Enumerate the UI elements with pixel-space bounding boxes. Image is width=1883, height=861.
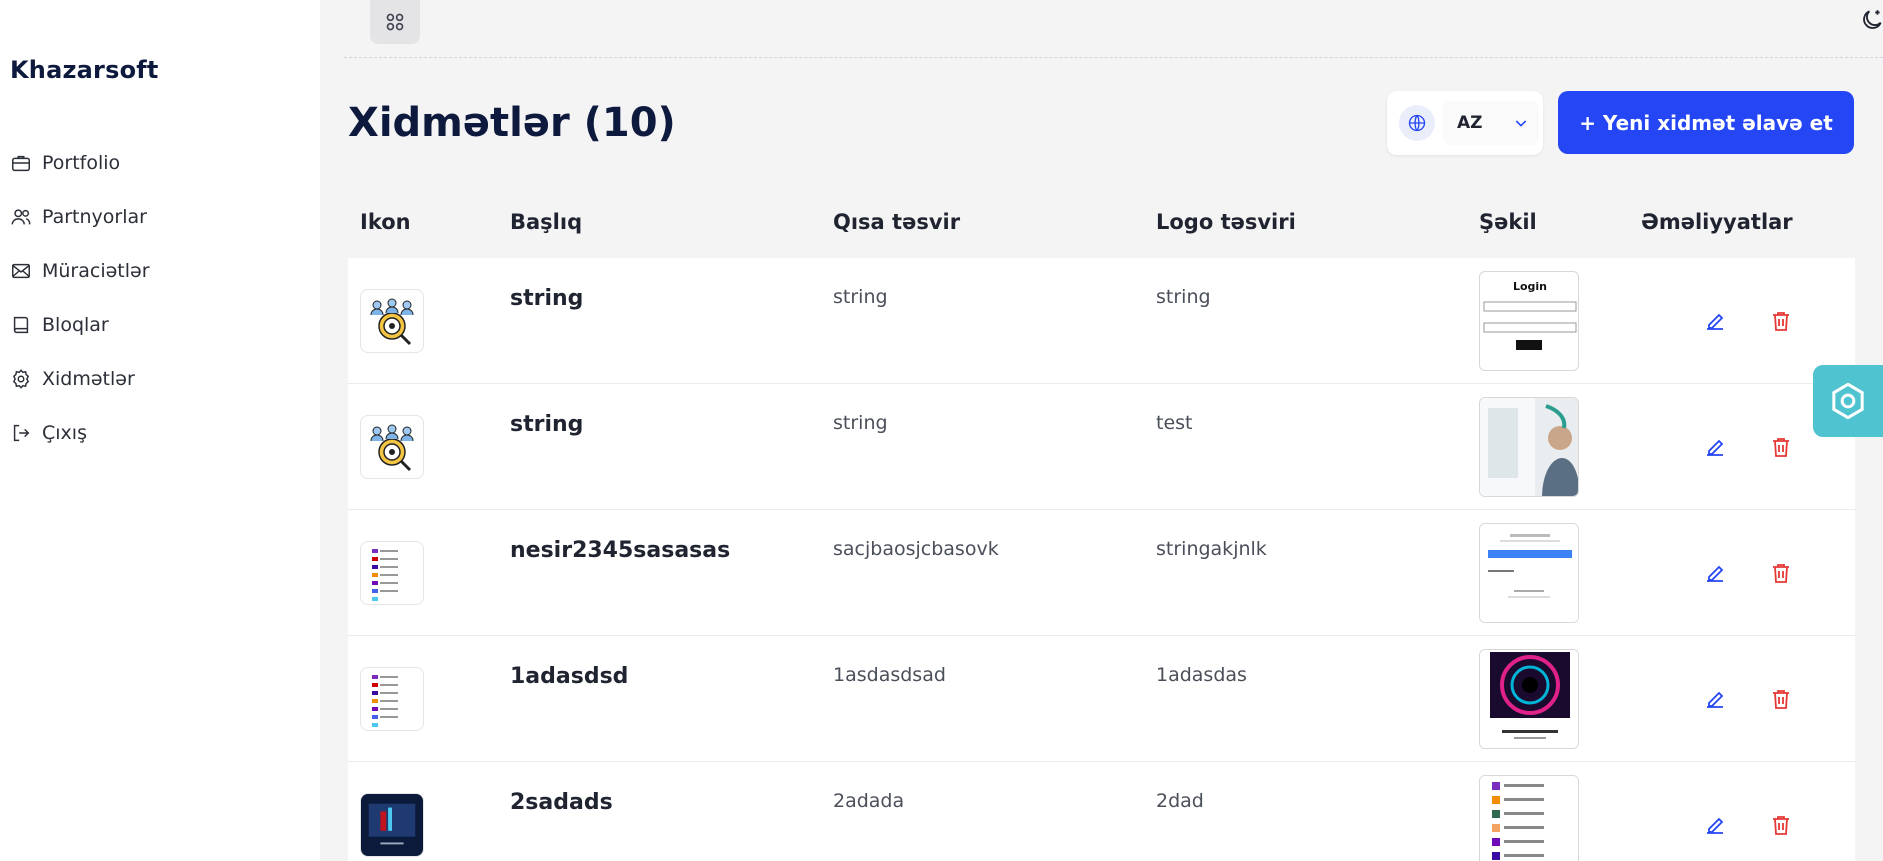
- delete-button[interactable]: [1766, 306, 1796, 336]
- pencil-icon: [1707, 439, 1724, 456]
- row-image: [1479, 648, 1579, 749]
- pencil-icon: [1707, 691, 1724, 708]
- main-content: Xidmətlər (10) AZ + Yeni xidmət əlavə et…: [320, 0, 1883, 861]
- row-image: [1479, 774, 1579, 861]
- sidebar-item-portfolio[interactable]: Portfolio: [10, 136, 150, 190]
- add-service-button[interactable]: + Yeni xidmət əlavə et: [1558, 91, 1854, 154]
- trash-icon: [1773, 689, 1789, 709]
- sidebar-item-label: Portfolio: [42, 152, 121, 174]
- row-logo-desc: 1adasdas: [1156, 664, 1247, 686]
- header-actions: Əməliyyatlar: [1641, 210, 1793, 234]
- edit-button[interactable]: [1700, 684, 1730, 714]
- delete-button[interactable]: [1766, 432, 1796, 462]
- row-title: 1adasdsd: [510, 664, 629, 689]
- header-logo-desc: Logo təsviri: [1156, 210, 1296, 234]
- brand-logo[interactable]: Khazarsoft: [10, 56, 159, 84]
- edit-button[interactable]: [1700, 810, 1730, 840]
- trash-icon: [1773, 311, 1789, 331]
- row-title: nesir2345sasasas: [510, 538, 731, 563]
- apps-grid-button[interactable]: [370, 0, 420, 44]
- header-short-desc: Qısa təsvir: [833, 210, 961, 234]
- sidebar-item-label: Çıxış: [42, 422, 87, 444]
- people-gear-icon: [360, 288, 424, 353]
- row-title: string: [510, 286, 584, 311]
- header-title: Başlıq: [510, 210, 583, 234]
- mail-icon: [12, 263, 30, 279]
- table-row: 2sadads 2adada 2dad: [348, 762, 1855, 861]
- page-title: Xidmətlər (10): [348, 100, 676, 146]
- sidebar-item-services[interactable]: Xidmətlər: [10, 352, 150, 406]
- briefcase-icon: [12, 155, 30, 172]
- header-icon: Ikon: [360, 210, 411, 234]
- row-logo-desc: stringakjnlk: [1156, 538, 1267, 560]
- language-value: AZ: [1457, 113, 1483, 133]
- sidebar-item-blogs[interactable]: Bloqlar: [10, 298, 150, 352]
- sidebar-item-label: Xidmətlər: [42, 368, 135, 390]
- row-title: string: [510, 412, 584, 437]
- list-screenshot-thumb: [360, 540, 424, 605]
- pencil-icon: [1707, 565, 1724, 582]
- edit-button[interactable]: [1700, 306, 1730, 336]
- trash-icon: [1773, 815, 1789, 835]
- book-icon: [13, 316, 29, 334]
- moon-icon: [1863, 10, 1882, 29]
- grid-icon: [386, 13, 404, 31]
- topbar: [344, 0, 1883, 58]
- row-image: Login: [1479, 270, 1579, 371]
- trash-icon: [1773, 563, 1789, 583]
- language-select[interactable]: AZ: [1443, 101, 1539, 145]
- sidebar-item-applications[interactable]: Müraciətlər: [10, 244, 150, 298]
- delete-button[interactable]: [1766, 558, 1796, 588]
- row-short-desc: string: [833, 412, 888, 434]
- table-header: Ikon Başlıq Qısa təsvir Logo təsviri Şək…: [348, 186, 1855, 258]
- floating-settings-button[interactable]: [1813, 365, 1883, 437]
- users-icon: [11, 209, 31, 225]
- edit-button[interactable]: [1700, 432, 1730, 462]
- header-image: Şəkil: [1479, 210, 1537, 234]
- row-image: [1479, 396, 1579, 497]
- table-row: nesir2345sasasas sacjbaosjcbasovk string…: [348, 510, 1855, 636]
- table-row: 1adasdsd 1asdasdsad 1adasdas: [348, 636, 1855, 762]
- row-logo-desc: string: [1156, 286, 1211, 308]
- trash-icon: [1773, 437, 1789, 457]
- table-row: string string string Login: [348, 258, 1855, 384]
- row-short-desc: string: [833, 286, 888, 308]
- list-screenshot-thumb: [360, 666, 424, 731]
- gear-icon: [12, 369, 30, 389]
- row-title: 2sadads: [510, 790, 613, 815]
- table-row: string string test: [348, 384, 1855, 510]
- sidebar: Khazarsoft Portfolio Partnyorlar Müraciə…: [0, 0, 320, 861]
- language-switcher: AZ: [1387, 91, 1543, 155]
- delete-button[interactable]: [1766, 684, 1796, 714]
- edit-button[interactable]: [1700, 558, 1730, 588]
- row-short-desc: 1asdasdsad: [833, 664, 946, 686]
- hexagon-icon: [1832, 382, 1864, 420]
- sidebar-nav: Portfolio Partnyorlar Müraciətlər Bloqla…: [10, 136, 150, 460]
- sidebar-item-logout[interactable]: Çıxış: [10, 406, 150, 460]
- svg-text:Login: Login: [1513, 280, 1547, 293]
- row-logo-desc: 2dad: [1156, 790, 1204, 812]
- sidebar-item-label: Bloqlar: [42, 314, 109, 336]
- globe-icon: [1399, 105, 1435, 141]
- row-logo-desc: test: [1156, 412, 1193, 434]
- row-short-desc: sacjbaosjcbasovk: [833, 538, 999, 560]
- services-table: Ikon Başlıq Qısa təsvir Logo təsviri Şək…: [348, 186, 1855, 861]
- sidebar-item-partners[interactable]: Partnyorlar: [10, 190, 150, 244]
- dark-screenshot-thumb: [360, 792, 424, 857]
- sidebar-item-label: Partnyorlar: [42, 206, 147, 228]
- sidebar-item-label: Müraciətlər: [42, 260, 150, 282]
- chevron-down-icon: [1515, 120, 1527, 127]
- logout-icon: [13, 424, 30, 442]
- pencil-icon: [1707, 313, 1724, 330]
- people-gear-icon: [360, 414, 424, 479]
- delete-button[interactable]: [1766, 810, 1796, 840]
- row-image: [1479, 522, 1579, 623]
- row-short-desc: 2adada: [833, 790, 905, 812]
- theme-toggle-button[interactable]: [1856, 4, 1883, 36]
- pencil-icon: [1707, 817, 1724, 834]
